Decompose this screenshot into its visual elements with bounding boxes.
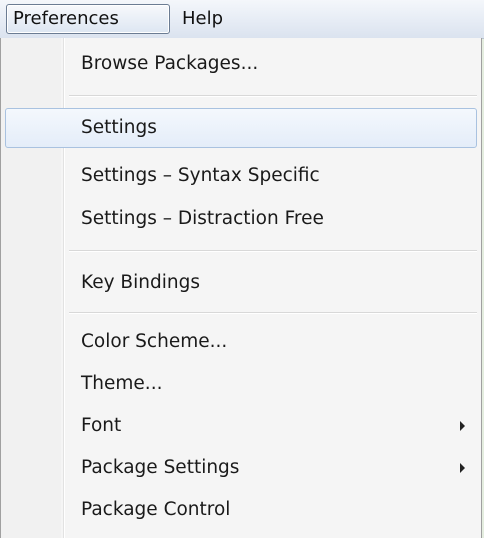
menu-item-label: Package Settings [81,457,240,478]
menu-item-theme[interactable]: Theme... [5,364,477,404]
menu-item-settings-distraction-free[interactable]: Settings – Distraction Free [5,199,477,239]
menu-item-label: Color Scheme... [81,331,228,352]
menu-item-font[interactable]: Font [5,406,477,446]
submenu-arrow-icon [460,421,465,431]
menu-separator [69,95,477,97]
menu-item-label: Settings – Distraction Free [81,208,324,229]
preferences-dropdown: Browse Packages... Settings Settings – S… [0,38,482,538]
menu-item-key-bindings[interactable]: Key Bindings [5,263,477,303]
menu-item-label: Package Control [81,499,231,520]
submenu-arrow-icon [460,463,465,473]
menu-item-package-control[interactable]: Package Control [5,490,477,530]
menu-item-label: Font [81,415,122,436]
menu-item-settings[interactable]: Settings [5,108,477,148]
menu-item-browse-packages[interactable]: Browse Packages... [5,44,477,84]
menu-separator [69,250,477,252]
menu-item-settings-syntax-specific[interactable]: Settings – Syntax Specific [5,156,477,196]
menu-item-label: Settings – Syntax Specific [81,165,320,186]
screen: Preferences Help Browse Packages... Sett… [0,0,484,538]
menu-preferences[interactable]: Preferences [6,4,170,34]
menu-item-label: Settings [81,117,157,138]
menu-separator [69,312,477,314]
menu-item-label: Browse Packages... [81,53,259,74]
menu-item-package-settings[interactable]: Package Settings [5,448,477,488]
menu-help[interactable]: Help [176,4,229,34]
menu-item-label: Key Bindings [81,272,200,293]
menu-bar: Preferences Help [0,0,484,39]
menu-item-label: Theme... [81,373,163,394]
menu-item-color-scheme[interactable]: Color Scheme... [5,322,477,362]
